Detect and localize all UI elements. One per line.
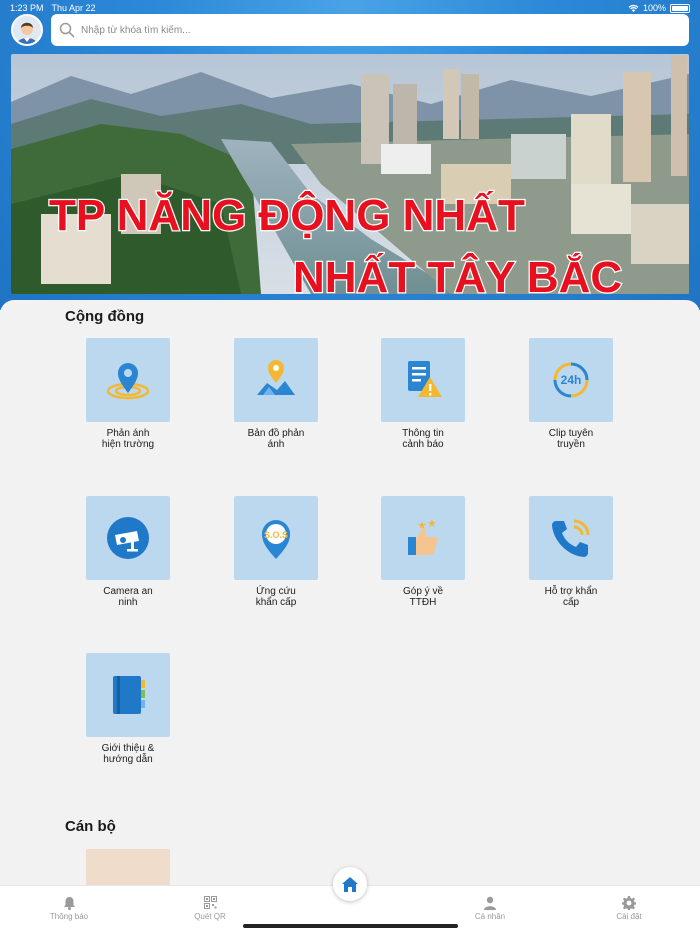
tile-label: Phản ánh hiện trường (101, 428, 155, 450)
tile-label: Ứng cứu khẩn cấp (255, 586, 297, 608)
banner-line1: TP NĂNG ĐỘNG NHẤT (49, 189, 525, 240)
tile-promo-clips[interactable]: 24h Clip tuyên truyền (529, 338, 613, 450)
tab-settings[interactable]: Cài đặt (594, 896, 664, 921)
person-icon (484, 896, 496, 910)
tab-label: Quét QR (194, 912, 226, 921)
gear-icon (622, 896, 636, 910)
wifi-icon (628, 4, 639, 12)
avatar[interactable] (11, 14, 43, 46)
warning-document-icon (408, 361, 442, 397)
thumbs-up-icon (408, 519, 438, 555)
banner-line2: NHẤT TÂY BẮC (293, 252, 622, 294)
tab-profile[interactable]: Cá nhân (455, 896, 525, 921)
tile-label: Giới thiệu & hướng dẫn (101, 743, 155, 765)
svg-text:S.O.S: S.O.S (264, 530, 288, 540)
tab-label: Cài đặt (616, 912, 642, 921)
battery-icon (670, 3, 690, 13)
search-input[interactable] (81, 24, 641, 36)
bell-icon (63, 897, 75, 910)
svg-text:24h: 24h (561, 373, 582, 387)
search-icon (59, 22, 75, 38)
book-icon (113, 676, 145, 714)
tile-label: Bản đồ phản ánh (247, 428, 305, 450)
sos-pin-icon: S.O.S (262, 520, 290, 559)
location-pin-icon (106, 363, 150, 400)
tab-notifications[interactable]: Thông báo (34, 896, 104, 921)
tile-officials-first[interactable] (86, 849, 170, 885)
tile-label: Clip tuyên truyền (548, 428, 594, 450)
search-bar[interactable] (51, 14, 689, 46)
tile-intro-guide[interactable]: Giới thiệu & hướng dẫn (86, 653, 170, 765)
tile-emergency-rescue[interactable]: S.O.S Ứng cứu khẩn cấp (234, 496, 318, 608)
tile-security-camera[interactable]: Camera an ninh (86, 496, 170, 608)
tile-label: Hỗ trợ khẩn cấp (544, 586, 598, 608)
tab-label: Thông báo (49, 912, 89, 921)
tile-emergency-support[interactable]: Hỗ trợ khẩn cấp (529, 496, 613, 608)
tile-field-report[interactable]: Phản ánh hiện trường (86, 338, 170, 450)
phone-call-icon (552, 519, 590, 557)
home-button[interactable] (333, 867, 367, 901)
tile-warning-info[interactable]: Thông tin cảnh báo (381, 338, 465, 450)
tile-report-map[interactable]: Bản đồ phản ánh (234, 338, 318, 450)
battery-percent: 100% (642, 3, 666, 13)
map-pin-icon (257, 360, 295, 395)
security-camera-icon (107, 517, 149, 559)
tile-label: Camera an ninh (103, 586, 153, 608)
tab-label: Cá nhân (474, 912, 506, 921)
qr-code-icon (203, 896, 217, 909)
24h-clock-icon: 24h (553, 362, 589, 398)
home-icon (342, 876, 358, 892)
section-title-community: Cộng đồng (65, 308, 145, 325)
section-title-officials: Cán bộ (65, 818, 116, 835)
home-indicator (243, 924, 458, 928)
tab-scan-qr[interactable]: Quét QR (175, 896, 245, 921)
tile-feedback[interactable]: Góp ý về TTĐH (381, 496, 465, 608)
hero-banner[interactable]: TP NĂNG ĐỘNG NHẤT NHẤT TÂY BẮC (11, 54, 689, 294)
status-date: Thu Apr 22 (51, 3, 96, 13)
tile-label: Góp ý về TTĐH (402, 586, 444, 608)
tile-label: Thông tin cảnh báo (402, 428, 444, 450)
main-content: Cộng đồng Phản ánh hiện trường Bản đồ ph… (0, 300, 700, 885)
status-time: 1:23 PM (10, 3, 44, 13)
